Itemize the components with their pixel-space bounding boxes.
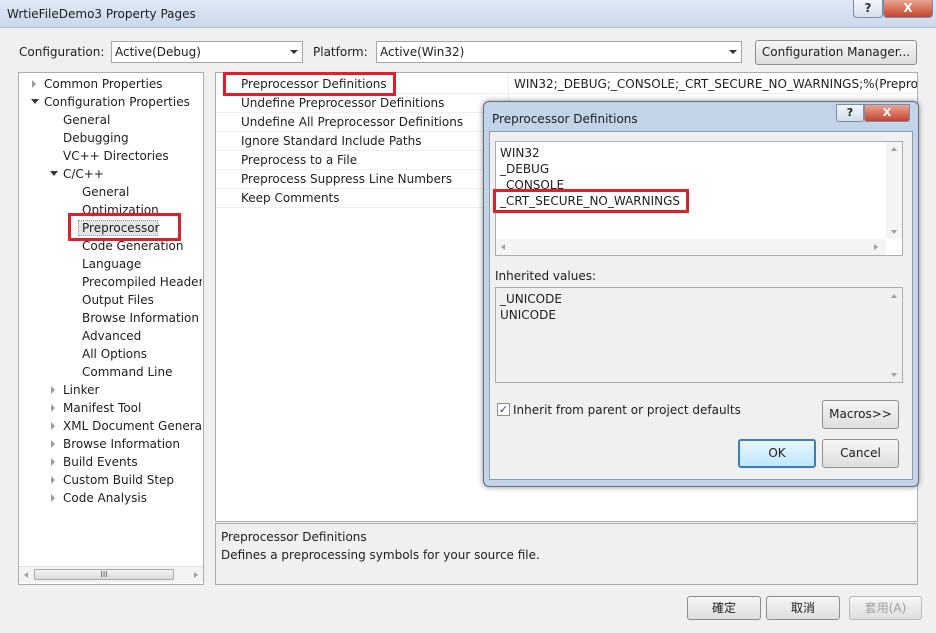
expand-icon[interactable] xyxy=(51,440,55,448)
tree-item-language[interactable]: Language xyxy=(82,256,141,272)
dialog-ok-button[interactable]: OK xyxy=(738,439,816,468)
expand-icon[interactable] xyxy=(51,386,55,394)
platform-value: Active(Win32) xyxy=(380,45,465,59)
tree-item-xml-document-generator[interactable]: XML Document Generator xyxy=(63,418,202,434)
scroll-left-icon[interactable] xyxy=(501,244,505,250)
tree-item-linker[interactable]: Linker xyxy=(63,382,99,398)
tree-item-c-cpp[interactable]: C/C++ xyxy=(63,166,104,182)
dialog-title: Preprocessor Definitions xyxy=(492,112,638,126)
inherited-value-line: UNICODE xyxy=(500,308,556,322)
configuration-combo[interactable]: Active(Debug) xyxy=(111,41,303,63)
expand-icon[interactable] xyxy=(51,458,55,466)
tree-item-custom-build-step[interactable]: Custom Build Step xyxy=(63,472,174,488)
dialog-close-button[interactable]: X xyxy=(864,104,910,122)
highlight-box-crt-secure xyxy=(493,189,689,213)
tree-item-configuration-properties[interactable]: Configuration Properties xyxy=(44,94,190,110)
definitions-vertical-scrollbar[interactable] xyxy=(886,142,902,239)
inherited-value-line: _UNICODE xyxy=(500,292,562,306)
grid-row-name[interactable]: Undefine Preprocessor Definitions xyxy=(241,95,444,111)
collapse-icon[interactable] xyxy=(31,99,39,104)
grid-row-value[interactable]: WIN32;_DEBUG;_CONSOLE;_CRT_SECURE_NO_WAR… xyxy=(514,76,917,92)
configuration-value: Active(Debug) xyxy=(115,45,201,59)
chevron-down-icon xyxy=(729,50,737,54)
tree-item-code-analysis[interactable]: Code Analysis xyxy=(63,490,147,506)
platform-label: Platform: xyxy=(313,45,368,59)
configuration-manager-button[interactable]: Configuration Manager... xyxy=(755,40,917,65)
tree-item-general[interactable]: General xyxy=(63,112,110,128)
chevron-down-icon xyxy=(290,50,298,54)
tree-item-vcpp-directories[interactable]: VC++ Directories xyxy=(63,148,169,164)
apply-button[interactable]: 套用(A) xyxy=(849,596,922,620)
scroll-down-icon[interactable] xyxy=(891,373,897,377)
expand-icon[interactable] xyxy=(51,476,55,484)
macros-button[interactable]: Macros>> xyxy=(822,400,899,429)
expand-icon[interactable] xyxy=(51,404,55,412)
platform-combo[interactable]: Active(Win32) xyxy=(376,41,742,63)
definition-line[interactable]: WIN32 xyxy=(500,145,540,161)
tree-item-advanced[interactable]: Advanced xyxy=(82,328,141,344)
collapse-icon[interactable] xyxy=(50,171,58,176)
tree-item-build-events[interactable]: Build Events xyxy=(63,454,138,470)
dialog-help-button[interactable]: ? xyxy=(836,104,864,122)
scroll-right-icon[interactable] xyxy=(194,572,198,578)
grid-row-name[interactable]: Ignore Standard Include Paths xyxy=(241,133,422,149)
expand-icon[interactable] xyxy=(51,422,55,430)
inherited-values-label: Inherited values: xyxy=(495,269,596,283)
grid-row-name[interactable]: Keep Comments xyxy=(241,190,340,206)
grid-row-name[interactable]: Undefine All Preprocessor Definitions xyxy=(241,114,463,130)
description-text: Defines a preprocessing symbols for your… xyxy=(221,548,540,562)
expand-icon[interactable] xyxy=(32,80,36,88)
scroll-right-icon[interactable] xyxy=(874,244,878,250)
scroll-up-icon[interactable] xyxy=(891,147,897,151)
grid-row-name[interactable]: Preprocess to a File xyxy=(241,152,357,168)
expand-icon[interactable] xyxy=(51,494,55,502)
tree-item-manifest-tool[interactable]: Manifest Tool xyxy=(63,400,141,416)
definition-line[interactable]: _DEBUG xyxy=(500,161,549,177)
definitions-horizontal-scrollbar[interactable] xyxy=(496,239,886,255)
tree-item-common-properties[interactable]: Common Properties xyxy=(44,76,163,92)
tree-scroll-thumb[interactable]: III xyxy=(34,569,174,580)
cancel-button[interactable]: 取消 xyxy=(766,596,840,620)
inherit-checkbox[interactable]: ✓ xyxy=(497,403,510,416)
scroll-up-icon[interactable] xyxy=(891,294,897,298)
dialog-cancel-button[interactable]: Cancel xyxy=(822,439,899,468)
tree-item-browse-information[interactable]: Browse Information xyxy=(63,436,180,452)
highlight-box-preprocessor-definitions xyxy=(223,72,396,96)
inherit-checkbox-label[interactable]: Inherit from parent or project defaults xyxy=(513,402,741,418)
window-help-button[interactable]: ? xyxy=(853,0,883,18)
highlight-box-preprocessor xyxy=(68,213,181,241)
tree-item-debugging[interactable]: Debugging xyxy=(63,130,129,146)
tree-item-browse-information-cpp[interactable]: Browse Information xyxy=(82,310,199,326)
description-title: Preprocessor Definitions xyxy=(221,530,367,544)
ok-button[interactable]: 確定 xyxy=(687,596,761,620)
scroll-left-icon[interactable] xyxy=(24,572,28,578)
tree-item-output-files[interactable]: Output Files xyxy=(82,292,154,308)
tree-item-command-line[interactable]: Command Line xyxy=(82,364,173,380)
window-title: WrtieFileDemo3 Property Pages xyxy=(7,7,196,21)
tree-item-precompiled-headers[interactable]: Precompiled Headers xyxy=(82,274,202,290)
grid-row-name[interactable]: Preprocess Suppress Line Numbers xyxy=(241,171,452,187)
window-close-button[interactable]: X xyxy=(883,0,933,18)
configuration-label: Configuration: xyxy=(19,45,105,59)
tree-item-cpp-general[interactable]: General xyxy=(82,184,129,200)
tree-item-all-options[interactable]: All Options xyxy=(82,346,147,362)
scroll-down-icon[interactable] xyxy=(891,230,897,234)
